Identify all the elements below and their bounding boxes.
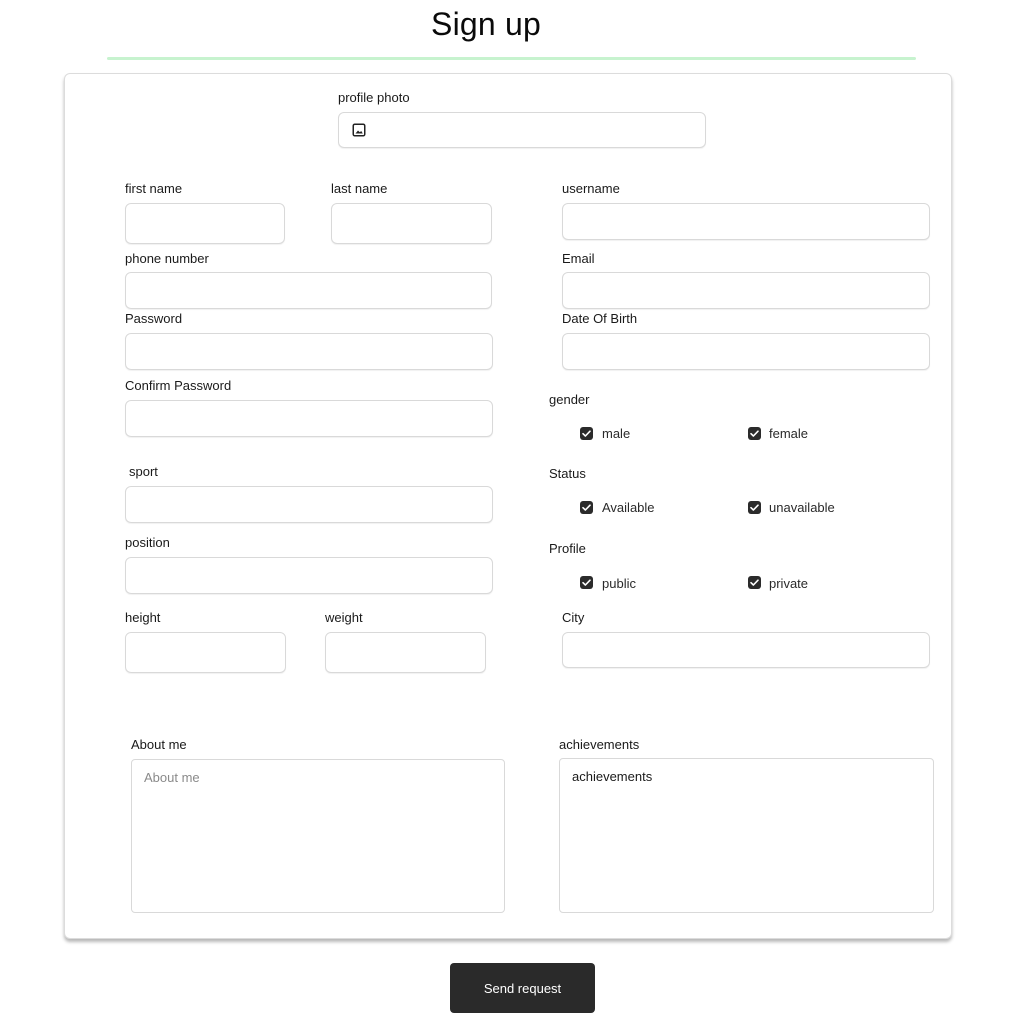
weight-label: weight <box>325 610 363 625</box>
last-name-label: last name <box>331 181 388 196</box>
checkbox-checked-icon <box>750 504 759 511</box>
achievements-value: achievements <box>572 769 653 784</box>
status-unavailable-label: unavailable <box>769 500 835 515</box>
checkbox-checked-icon <box>750 430 759 437</box>
status-unavailable-checkbox[interactable] <box>748 501 761 514</box>
checkbox-checked-icon <box>750 579 759 586</box>
gender-label: gender <box>549 392 590 407</box>
about-me-placeholder: About me <box>144 770 200 785</box>
password-input[interactable] <box>125 333 493 370</box>
sport-input[interactable] <box>125 486 493 523</box>
profile-photo-label: profile photo <box>338 90 410 105</box>
achievements-textarea[interactable]: achievements <box>559 758 934 913</box>
city-label: City <box>562 610 585 625</box>
profile-photo-input[interactable] <box>338 112 706 148</box>
gender-female-label: female <box>769 426 809 441</box>
profile-visibility-label: Profile <box>549 541 586 556</box>
status-label: Status <box>549 466 586 481</box>
about-me-textarea[interactable]: About me <box>131 759 505 913</box>
password-label: Password <box>125 311 183 326</box>
profile-public-checkbox[interactable] <box>580 576 593 589</box>
city-input[interactable] <box>562 632 930 668</box>
profile-public-label: public <box>602 576 636 591</box>
confirm-password-label: Confirm Password <box>125 378 232 393</box>
send-request-button[interactable]: Send request <box>450 963 595 1013</box>
first-name-input[interactable] <box>125 203 285 244</box>
confirm-password-input[interactable] <box>125 400 493 437</box>
checkbox-checked-icon <box>582 430 591 437</box>
username-label: username <box>562 181 620 196</box>
image-icon <box>352 123 366 142</box>
height-label: height <box>125 610 161 625</box>
status-available-checkbox[interactable] <box>580 501 593 514</box>
date-of-birth-label: Date Of Birth <box>562 311 638 326</box>
sport-label: sport <box>129 464 158 479</box>
date-of-birth-input[interactable] <box>562 333 930 370</box>
checkbox-checked-icon <box>582 579 591 586</box>
gender-male-checkbox[interactable] <box>580 427 593 440</box>
username-input[interactable] <box>562 203 930 240</box>
height-input[interactable] <box>125 632 286 673</box>
email-label: Email <box>562 251 595 266</box>
gender-male-label: male <box>602 426 631 441</box>
phone-number-label: phone number <box>125 251 209 266</box>
status-available-label: Available <box>602 500 655 515</box>
checkbox-checked-icon <box>582 504 591 511</box>
phone-number-input[interactable] <box>125 272 492 309</box>
page-title: Sign up <box>431 6 541 42</box>
position-label: position <box>125 535 170 550</box>
profile-private-label: private <box>769 576 809 591</box>
first-name-label: first name <box>125 181 183 196</box>
profile-private-checkbox[interactable] <box>748 576 761 589</box>
email-input[interactable] <box>562 272 930 309</box>
position-input[interactable] <box>125 557 493 594</box>
last-name-input[interactable] <box>331 203 492 244</box>
weight-input[interactable] <box>325 632 486 673</box>
achievements-label: achievements <box>559 737 640 752</box>
gender-female-checkbox[interactable] <box>748 427 761 440</box>
about-me-label: About me <box>131 737 187 752</box>
title-divider <box>107 57 916 60</box>
